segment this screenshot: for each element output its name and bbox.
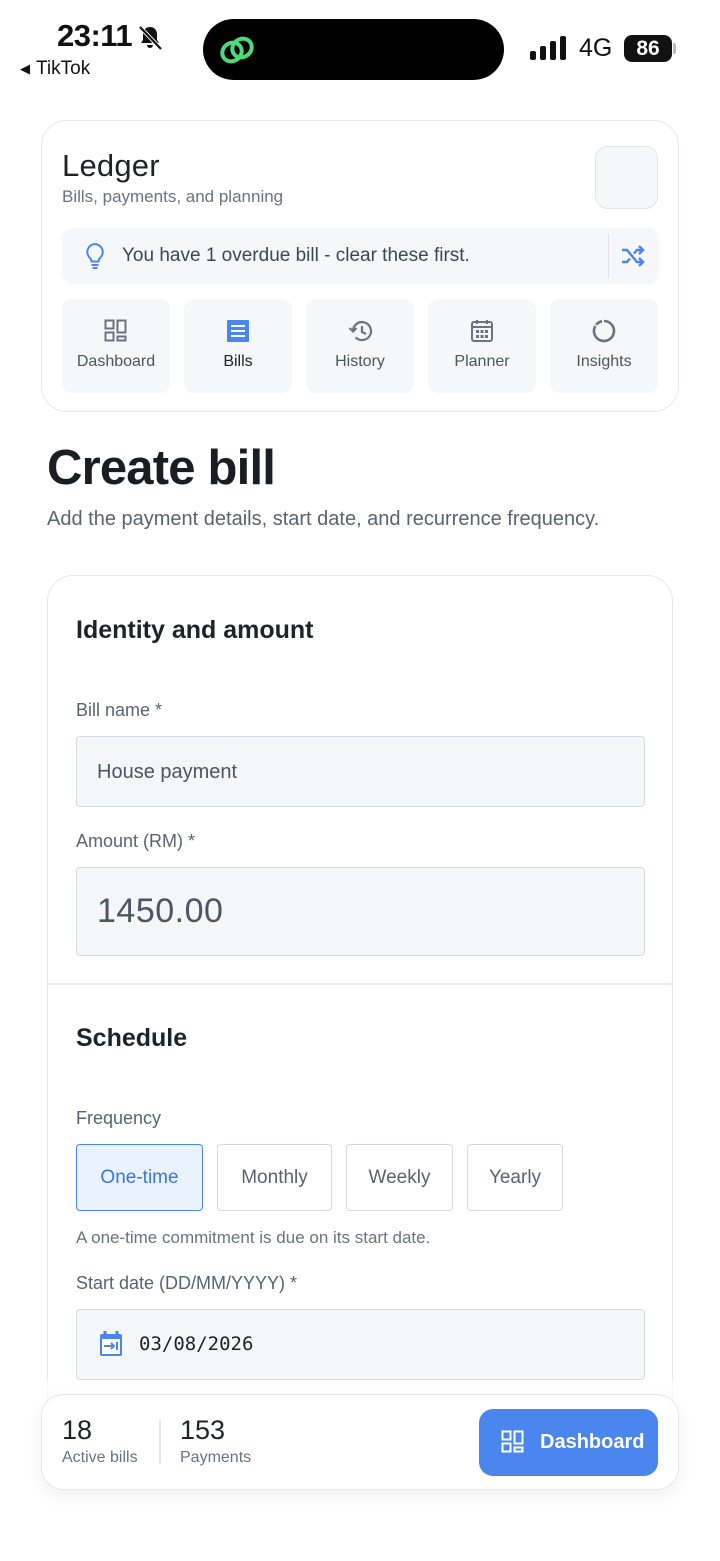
status-bar: 23:11 ◀ TikTok 4G 86 [0,0,720,100]
frequency-option-yearly[interactable]: Yearly [467,1144,563,1211]
amount-label: Amount (RM) * [76,831,196,851]
frequency-option-monthly[interactable]: Monthly [217,1144,332,1211]
stat-divider [159,1419,161,1464]
nav-item-bills[interactable]: Bills [184,299,292,393]
app-title: Ledger [62,148,160,183]
moon-icon [620,166,632,190]
tip-text: You have 1 overdue bill - clear these fi… [122,245,470,266]
create-bill-form: Identity and amount Bill name * House pa… [47,575,673,1475]
payments-count: 153 [180,1415,226,1445]
back-triangle-icon: ◀ [20,61,30,76]
app-subtitle: Bills, payments, and planning [62,187,284,206]
lightbulb-icon [86,242,104,269]
section-divider [48,983,672,985]
nav-label: Insights [576,353,632,370]
schedule-section-title: Schedule [76,1024,188,1052]
start-date-label: Start date (DD/MM/YYYY) * [76,1273,298,1293]
nav-label: Dashboard [76,353,156,370]
nav-label: Planner [454,353,510,370]
nav-item-planner[interactable]: Planner [428,299,536,393]
calendar-icon [100,1331,122,1356]
page-title: Create bill [47,441,276,495]
network-type: 4G [579,34,613,62]
battery-level: 86 [624,35,672,62]
nav-item-insights[interactable]: Insights [550,299,658,393]
shuffle-icon[interactable] [620,244,646,268]
payments-label: Payments [180,1449,252,1466]
start-date-value: 03/08/2026 [139,1333,254,1355]
nav-item-history[interactable]: History [306,299,414,393]
active-bills-label: Active bills [62,1449,138,1466]
frequency-selector: One-time Monthly Weekly Yearly [76,1144,563,1211]
amount-input[interactable]: 1450.00 [76,867,645,956]
bill-name-label: Bill name * [76,700,163,720]
calendar-icon [471,320,493,342]
dashboard-button[interactable]: Dashboard [479,1409,658,1476]
nav-item-dashboard[interactable]: Dashboard [62,299,170,393]
summary-bar: 18 Active bills 153 Payments Dashboard [41,1394,679,1490]
app-logo-icon [220,36,254,64]
bills-icon [227,320,249,342]
clock: 23:11 [57,18,133,53]
dynamic-island [203,19,504,80]
active-bills-count: 18 [62,1415,93,1445]
dashboard-icon [104,319,127,342]
identity-section-title: Identity and amount [76,616,314,644]
tip-banner: You have 1 overdue bill - clear these fi… [62,228,659,284]
back-app-label: TikTok [36,58,91,79]
page-description: Add the payment details, start date, and… [47,508,600,530]
signal-icon [530,36,566,60]
back-to-app-link[interactable]: ◀ TikTok [20,58,90,80]
start-date-input[interactable]: 03/08/2026 [76,1309,645,1380]
frequency-option-one-time[interactable]: One-time [76,1144,203,1211]
bell-muted-icon [138,25,163,51]
theme-toggle-button[interactable] [595,146,658,209]
tip-divider [608,234,609,278]
main-nav: Dashboard Bills History Planner Insights [62,299,659,393]
nav-label: History [335,353,385,370]
dashboard-icon [501,1430,524,1453]
app-header: Ledger Bills, payments, and planning You… [41,120,679,412]
battery-icon: 86 [624,35,676,62]
frequency-helper-text: A one-time commitment is due on its star… [76,1228,431,1247]
bill-name-input[interactable]: House payment [76,736,645,807]
nav-label: Bills [223,353,253,370]
history-icon [348,321,373,342]
dashboard-button-label: Dashboard [540,1431,645,1453]
frequency-label: Frequency [76,1108,162,1128]
frequency-option-weekly[interactable]: Weekly [346,1144,453,1211]
insights-icon [592,319,616,343]
